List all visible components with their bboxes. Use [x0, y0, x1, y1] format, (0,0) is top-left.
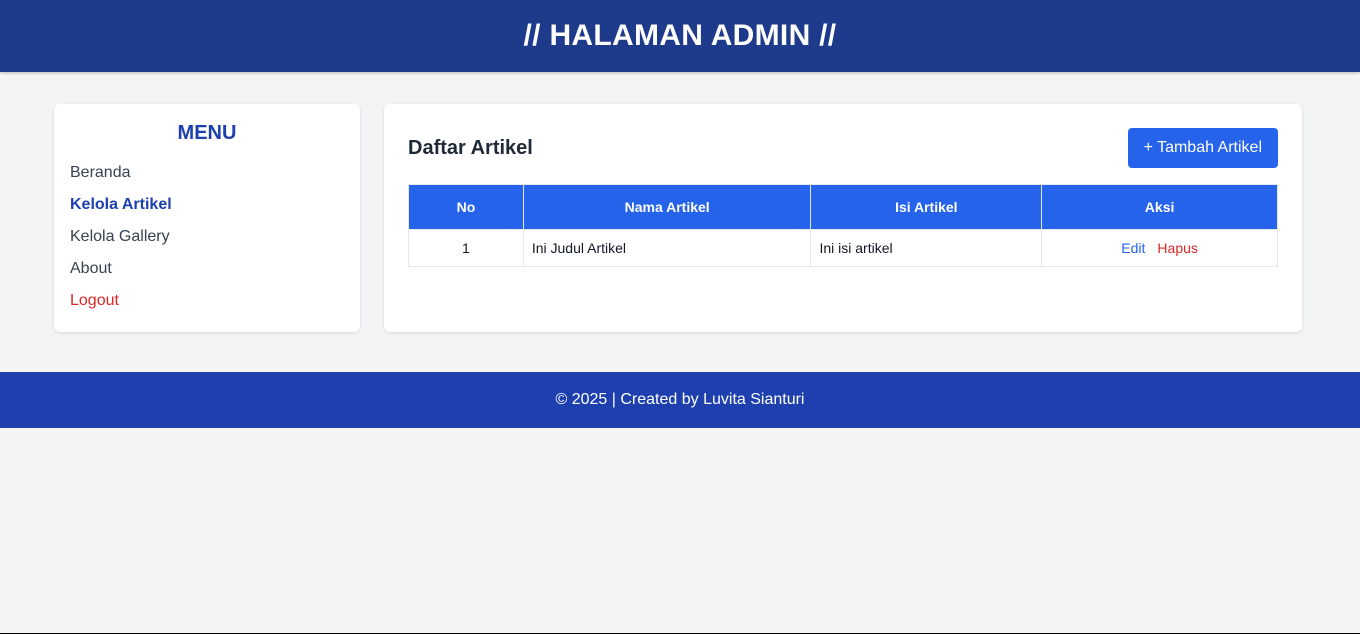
sidebar-item-kelola-gallery[interactable]: Kelola Gallery: [70, 227, 344, 247]
content-panel: Daftar Artikel + Tambah Artikel No Nama …: [384, 104, 1302, 332]
sidebar-title: MENU: [177, 122, 237, 144]
table-row: 1 Ini Judul Artikel Ini isi artikel Edit…: [408, 229, 1278, 267]
page-footer: © 2025 | Created by Luvita Sianturi: [0, 372, 1360, 428]
footer-text: © 2025 | Created by Luvita Sianturi: [555, 391, 805, 408]
article-table: No Nama Artikel Isi Artikel Aksi 1 Ini J…: [408, 184, 1278, 267]
page-title: // HALAMAN ADMIN //: [523, 19, 837, 52]
top-header: // HALAMAN ADMIN //: [0, 0, 1360, 72]
content-header: Daftar Artikel + Tambah Artikel: [408, 128, 1278, 168]
column-header-nama-artikel: Nama Artikel: [522, 184, 812, 230]
sidebar-menu: Beranda Kelola Artikel Kelola Gallery Ab…: [70, 163, 344, 311]
delete-link[interactable]: Hapus: [1157, 240, 1197, 256]
sidebar-item-logout[interactable]: Logout: [70, 291, 344, 311]
main-area: MENU Beranda Kelola Artikel Kelola Galle…: [0, 72, 1360, 372]
sidebar-item-beranda[interactable]: Beranda: [70, 163, 344, 183]
add-article-button[interactable]: + Tambah Artikel: [1127, 128, 1278, 168]
sidebar: MENU Beranda Kelola Artikel Kelola Galle…: [54, 104, 360, 332]
cell-no: 1: [408, 229, 524, 267]
column-header-isi-artikel: Isi Artikel: [810, 184, 1043, 230]
edit-link[interactable]: Edit: [1121, 240, 1145, 256]
cell-nama-artikel: Ini Judul Artikel: [522, 229, 812, 267]
cell-aksi: Edit Hapus: [1041, 229, 1278, 267]
table-header-row: No Nama Artikel Isi Artikel Aksi: [408, 184, 1278, 230]
section-title: Daftar Artikel: [408, 136, 533, 159]
column-header-no: No: [408, 184, 524, 230]
column-header-aksi: Aksi: [1041, 184, 1278, 230]
sidebar-item-kelola-artikel[interactable]: Kelola Artikel: [70, 195, 344, 215]
sidebar-item-about[interactable]: About: [70, 259, 344, 279]
cell-isi-artikel: Ini isi artikel: [810, 229, 1043, 267]
